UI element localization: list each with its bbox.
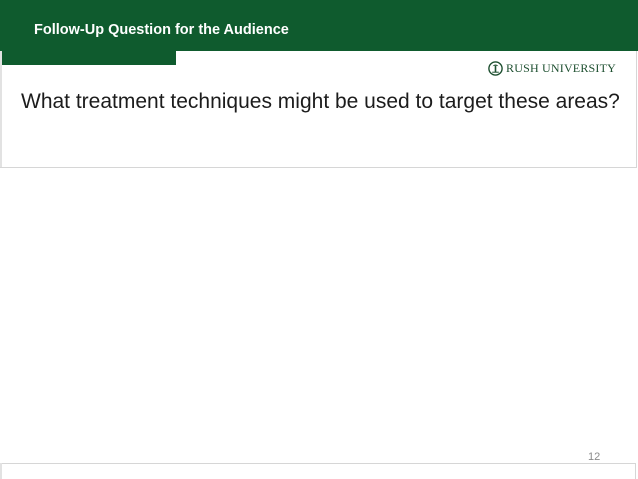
slide: Follow-Up Question for the Audience RUSH…	[0, 0, 638, 479]
header-band: Follow-Up Question for the Audience	[0, 0, 638, 51]
rush-university-logo: RUSH UNIVERSITY	[488, 59, 616, 77]
logo-text: RUSH UNIVERSITY	[506, 61, 617, 75]
footer-left-rule	[0, 463, 2, 479]
content-left-rule	[0, 51, 2, 167]
rush-tree-icon	[488, 60, 503, 76]
question-text: What treatment techniques might be used …	[21, 90, 620, 113]
footer-frame	[0, 463, 636, 479]
page-number: 12	[588, 451, 601, 463]
slide-title: Follow-Up Question for the Audience	[34, 22, 289, 38]
